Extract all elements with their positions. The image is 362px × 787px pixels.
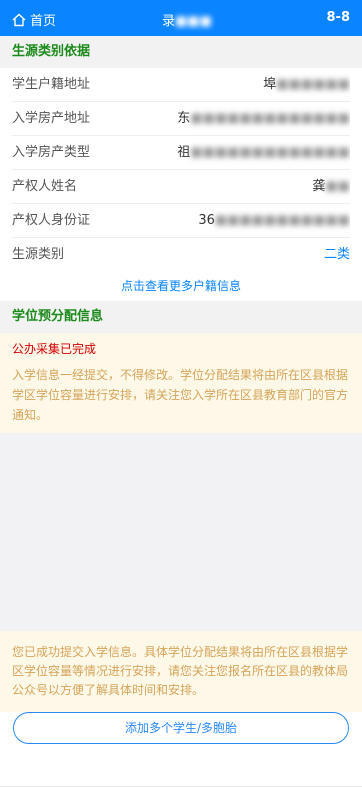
empty-area	[0, 433, 362, 631]
row-value: 埠■■■■■■	[263, 77, 350, 92]
section-title-source: 生源类别依据	[0, 36, 362, 68]
row-source-category: 生源类别 二类	[12, 238, 350, 271]
top-bar: 首页 录■■■ 8-8	[0, 0, 362, 36]
row-label: 学生户籍地址	[12, 77, 91, 92]
row-property-address: 入学房产地址 东■■■■■■■■■■■■■	[12, 102, 350, 136]
page-title: 录■■■	[162, 14, 212, 29]
allocation-notice: 公办采集已完成 入学信息一经提交，不得修改。学位分配结果将由所在区县根据学区学位…	[0, 333, 362, 433]
header-right-text: 8-8	[326, 10, 351, 25]
add-student-button[interactable]: 添加多个学生/多胞胎	[13, 712, 349, 744]
row-label: 入学房产地址	[12, 111, 91, 126]
row-owner-name: 产权人姓名 龚■■	[12, 170, 350, 204]
submit-notice: 您已成功提交入学信息。具体学位分配结果将由所在区县根据学区学位容量等情况进行安排…	[0, 631, 362, 712]
content: 生源类别依据 学生户籍地址 埠■■■■■■ 入学房产地址 东■■■■■■■■■■…	[0, 36, 362, 712]
home-icon	[12, 13, 26, 26]
row-label: 生源类别	[12, 247, 65, 262]
row-label: 产权人姓名	[12, 179, 78, 194]
home-link[interactable]: 首页	[12, 10, 56, 29]
row-household-address: 学生户籍地址 埠■■■■■■	[12, 68, 350, 102]
row-label: 产权人身份证	[12, 213, 91, 228]
allocation-notice-text: 入学信息一经提交，不得修改。学位分配结果将由所在区县根据学区学位容量进行安排，请…	[12, 368, 349, 422]
status-text: 公办采集已完成	[12, 342, 97, 356]
section-title-allocation: 学位预分配信息	[0, 301, 362, 333]
row-value: 36■■■■■■■■■■■	[198, 213, 350, 228]
row-owner-id: 产权人身份证 36■■■■■■■■■■■	[12, 204, 350, 238]
row-property-type: 入学房产类型 祖■■■■■■■■■■■■■	[12, 136, 350, 170]
more-household-link[interactable]: 点击查看更多户籍信息	[0, 271, 362, 301]
row-value: 东■■■■■■■■■■■■■	[177, 111, 350, 126]
category-value: 二类	[323, 247, 350, 262]
home-label: 首页	[30, 14, 57, 29]
row-value: 龚■■	[312, 179, 350, 194]
row-value: 祖■■■■■■■■■■■■■	[177, 145, 350, 160]
row-label: 入学房产类型	[12, 145, 91, 160]
